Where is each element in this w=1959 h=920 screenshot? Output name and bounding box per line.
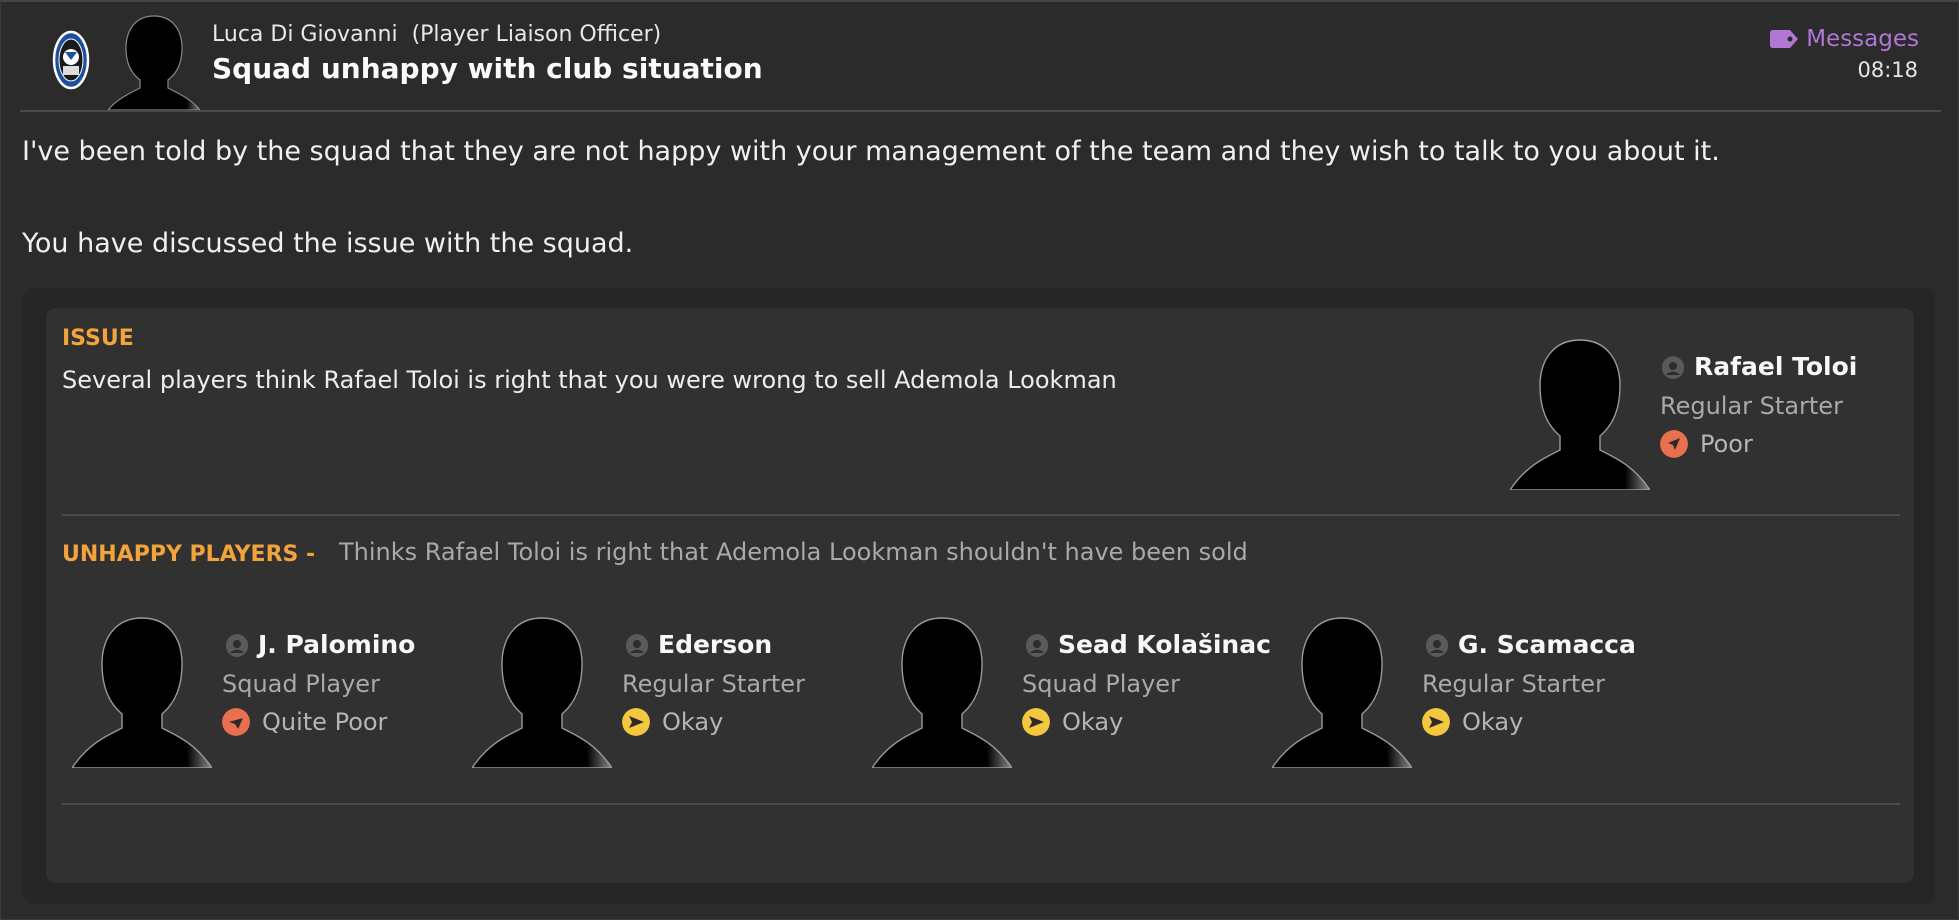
- player-role: Squad Player: [222, 670, 380, 698]
- player-name[interactable]: Sead Kolašinac: [1058, 630, 1271, 659]
- section-divider: [62, 514, 1900, 516]
- player-name[interactable]: J. Palomino: [258, 630, 415, 659]
- player-name-row[interactable]: Ederson: [626, 630, 772, 659]
- player-name[interactable]: Ederson: [658, 630, 772, 659]
- player-name-row[interactable]: Rafael Toloi: [1662, 352, 1857, 381]
- unhappy-players-label: UNHAPPY PLAYERS -: [62, 542, 316, 567]
- person-icon: [1426, 633, 1448, 657]
- morale-okay-icon: [622, 708, 650, 736]
- sender-line: Luca Di Giovanni (Player Liaison Officer…: [212, 22, 661, 47]
- player-morale: Okay: [622, 708, 723, 736]
- issue-text: Several players think Rafael Toloi is ri…: [62, 366, 1117, 394]
- morale-label: Poor: [1700, 430, 1753, 458]
- player-morale: Okay: [1422, 708, 1523, 736]
- body-paragraph-1: I've been told by the squad that they ar…: [22, 136, 1720, 167]
- player-role: Regular Starter: [622, 670, 805, 698]
- section-divider: [62, 803, 1900, 805]
- player-name-row[interactable]: J. Palomino: [226, 630, 415, 659]
- person-icon: [226, 633, 248, 657]
- unhappy-players-description: Thinks Rafael Toloi is right that Ademol…: [339, 538, 1248, 566]
- player-morale: Poor: [1660, 430, 1753, 458]
- message-time: 08:18: [1857, 58, 1918, 82]
- sender-avatar[interactable]: [108, 14, 200, 110]
- player-role: Squad Player: [1022, 670, 1180, 698]
- morale-okay-icon: [1022, 708, 1050, 736]
- person-icon: [1662, 355, 1684, 379]
- morale-label: Okay: [662, 708, 724, 736]
- morale-quite-poor-icon: [222, 708, 250, 736]
- sender-name[interactable]: Luca Di Giovanni: [212, 22, 398, 47]
- player-avatar[interactable]: [1272, 616, 1412, 768]
- person-icon: [1026, 633, 1048, 657]
- morale-label: Okay: [1062, 708, 1124, 736]
- person-icon: [626, 633, 648, 657]
- club-badge-icon: [52, 30, 90, 90]
- morale-label: Okay: [1462, 708, 1524, 736]
- player-avatar[interactable]: [72, 616, 212, 768]
- body-paragraph-2: You have discussed the issue with the sq…: [22, 228, 634, 259]
- player-role: Regular Starter: [1422, 670, 1605, 698]
- header-divider: [20, 110, 1941, 112]
- morale-poor-icon: [1660, 430, 1688, 458]
- player-name-row[interactable]: Sead Kolašinac: [1026, 630, 1271, 659]
- morale-label: Quite Poor: [262, 708, 388, 736]
- messages-link[interactable]: Messages: [1770, 26, 1919, 52]
- sender-role: (Player Liaison Officer): [411, 22, 662, 47]
- tag-icon: [1770, 30, 1799, 48]
- player-name-row[interactable]: G. Scamacca: [1426, 630, 1636, 659]
- morale-okay-icon: [1422, 708, 1450, 736]
- message-subject: Squad unhappy with club situation: [212, 52, 763, 85]
- player-role: Regular Starter: [1660, 392, 1843, 420]
- messages-label[interactable]: Messages: [1806, 26, 1919, 52]
- player-avatar[interactable]: [1510, 338, 1650, 490]
- player-morale: Quite Poor: [222, 708, 387, 736]
- player-name[interactable]: G. Scamacca: [1458, 630, 1636, 659]
- player-name[interactable]: Rafael Toloi: [1694, 352, 1857, 381]
- player-avatar[interactable]: [872, 616, 1012, 768]
- player-avatar[interactable]: [472, 616, 612, 768]
- player-morale: Okay: [1022, 708, 1123, 736]
- issue-label: ISSUE: [62, 326, 134, 351]
